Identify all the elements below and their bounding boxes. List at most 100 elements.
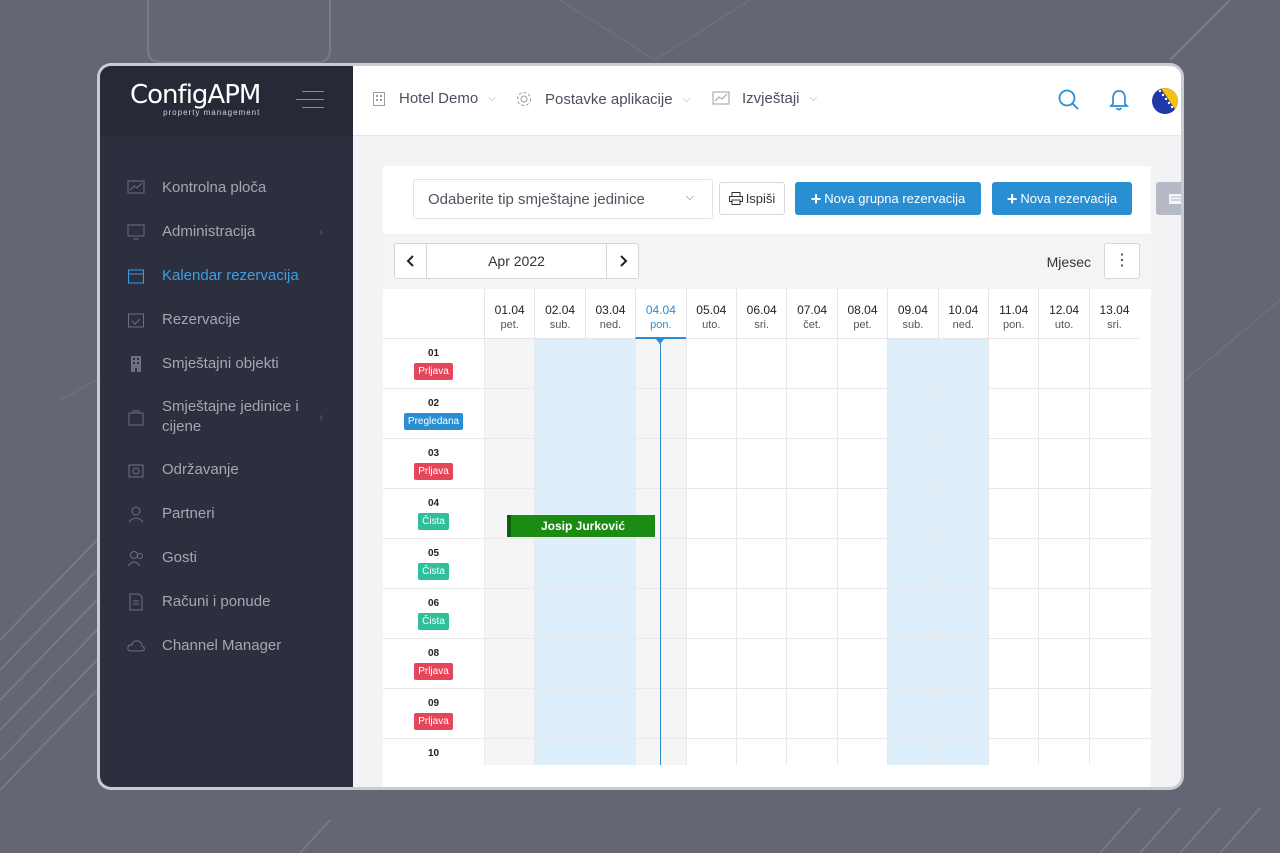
- room-number: 01: [427, 348, 440, 359]
- room-number: 09: [427, 698, 440, 709]
- day-date: 08.04: [847, 303, 878, 317]
- room-status-badge[interactable]: Čista: [418, 513, 449, 530]
- room-label: 04 Čista: [383, 489, 484, 530]
- monitor-icon: [126, 222, 146, 242]
- settings-label: Postavke aplikacije: [545, 90, 673, 108]
- more-options-button[interactable]: ⋮: [1104, 243, 1140, 279]
- room-row: [383, 689, 1151, 739]
- day-header: 06.04 sri.: [736, 289, 787, 339]
- sidebar-item[interactable]: Kalendar rezervacija: [100, 254, 353, 298]
- room-header: [383, 289, 484, 339]
- room-status-badge[interactable]: Prljava: [414, 713, 453, 730]
- search-icon[interactable]: [1057, 88, 1081, 117]
- room-number: 02: [427, 398, 440, 409]
- booking-bar[interactable]: Josip Jurković: [506, 515, 656, 537]
- sidebar-item[interactable]: Kontrolna ploča: [100, 166, 353, 210]
- chevron-right-icon: ›: [319, 410, 323, 424]
- sidebar-item-label: Računi i ponude: [162, 593, 271, 610]
- day-of-week: pet.: [853, 319, 872, 331]
- plus-icon: +: [810, 188, 822, 209]
- brand-bar: ConfigAPM property management: [100, 66, 353, 136]
- reports-menu[interactable]: Izvještaji ⌵: [712, 90, 817, 107]
- prev-month-button[interactable]: [395, 244, 427, 278]
- chevron-right-icon: [619, 255, 627, 267]
- day-header: 05.04 uto.: [685, 289, 736, 339]
- today-marker-line: [659, 339, 661, 765]
- sidebar-item[interactable]: Rezervacije: [100, 298, 353, 342]
- user-icon: [126, 504, 146, 524]
- unit-type-select[interactable]: Odaberite tip smještajne jedinice ⌵: [413, 179, 713, 219]
- new-group-reservation-button[interactable]: + Nova grupna rezervacija: [795, 182, 981, 215]
- maintenance-icon: [126, 460, 146, 480]
- print-label: Ispiši: [745, 191, 776, 206]
- day-of-week: pon.: [1002, 319, 1025, 331]
- reservation-grid: 01.04 pet. 02.04 sub. 03.04 ned. 04.04 pon.…: [383, 289, 1151, 765]
- day-date: 01.04: [494, 303, 525, 317]
- room-status-badge[interactable]: Prljava: [414, 463, 453, 480]
- day-date: 05.04: [696, 303, 727, 317]
- room-row: [383, 589, 1151, 639]
- users-icon: [126, 548, 146, 568]
- day-header: 11.04 pon.: [988, 289, 1039, 339]
- room-status-badge[interactable]: Prljava: [414, 363, 453, 380]
- day-header: 04.04 pon.: [635, 289, 686, 339]
- building-icon: [371, 91, 387, 107]
- sidebar-item[interactable]: Smještajni objekti: [100, 342, 353, 386]
- sidebar-item[interactable]: Održavanje: [100, 448, 353, 492]
- day-date: 13.04: [1099, 303, 1130, 317]
- print-button[interactable]: Ispiši: [719, 182, 785, 215]
- room-status-badge[interactable]: Pregledana: [403, 413, 464, 430]
- room-row: [383, 539, 1151, 589]
- bell-icon[interactable]: [1108, 88, 1130, 117]
- sidebar-item-label: Administracija: [162, 223, 256, 240]
- sidebar-item-label: Partneri: [162, 505, 215, 522]
- language-flag-icon[interactable]: [1151, 87, 1181, 120]
- day-of-week: ned.: [599, 319, 622, 331]
- room-number: 04: [427, 498, 440, 509]
- next-month-button[interactable]: [606, 244, 638, 278]
- day-date: 09.04: [897, 303, 928, 317]
- new-reservation-button[interactable]: + Nova rezervacija: [992, 182, 1132, 215]
- sidebar-item[interactable]: Gosti: [100, 536, 353, 580]
- chevron-left-icon: [406, 255, 414, 267]
- settings-menu[interactable]: Postavke aplikacije ⌵: [515, 90, 690, 108]
- sidebar-item[interactable]: Partneri: [100, 492, 353, 536]
- dashboard-icon: [126, 178, 146, 198]
- calendar-icon: [126, 266, 146, 286]
- calendar-controls: Apr 2022 Mjesec ⋮: [383, 234, 1151, 289]
- topbar: Hotel Demo ⌵ Postavke aplikacije ⌵ Izvje…: [353, 66, 1181, 136]
- chevron-right-icon: ›: [319, 225, 323, 239]
- hotel-label: Hotel Demo: [399, 90, 479, 107]
- sidebar-item-label: Channel Manager: [162, 637, 282, 654]
- logo: ConfigAPM property management: [130, 80, 261, 117]
- sidebar-item[interactable]: Channel Manager: [100, 624, 353, 668]
- room-row: [383, 639, 1151, 689]
- chart-icon: [712, 91, 730, 107]
- room-label: 06 Čista: [383, 589, 484, 630]
- hotel-selector[interactable]: Hotel Demo ⌵: [371, 90, 496, 107]
- day-date: 07.04: [797, 303, 828, 317]
- logo-name: ConfigAPM: [130, 80, 261, 110]
- sidebar-item-label: Rezervacije: [162, 311, 241, 328]
- reports-label: Izvještaji: [742, 90, 800, 107]
- sidebar-item[interactable]: Smještajne jedinice i cijene ›: [100, 386, 353, 448]
- menu-toggle-icon[interactable]: [296, 91, 324, 111]
- room-status-badge[interactable]: Prljava: [414, 663, 453, 680]
- day-date: 04.04: [645, 303, 676, 317]
- day-of-week: sub.: [902, 319, 924, 331]
- room-number: 08: [427, 648, 440, 659]
- chevron-down-icon: ⌵: [488, 93, 496, 104]
- room-label: 09 Prljava: [383, 689, 484, 730]
- extra-action-button[interactable]: [1156, 182, 1181, 215]
- room-row: [383, 439, 1151, 489]
- room-row: [383, 389, 1151, 439]
- day-of-week: ned.: [952, 319, 974, 331]
- app-window: ConfigAPM property management Kontrolna …: [100, 66, 1181, 787]
- sidebar-item[interactable]: Računi i ponude: [100, 580, 353, 624]
- day-of-week: uto.: [702, 319, 721, 331]
- day-date: 12.04: [1049, 303, 1080, 317]
- room-status-badge[interactable]: Čista: [418, 563, 449, 580]
- sidebar-item[interactable]: Administracija ›: [100, 210, 353, 254]
- view-mode-label[interactable]: Mjesec: [1047, 254, 1091, 270]
- room-status-badge[interactable]: Čista: [418, 613, 449, 630]
